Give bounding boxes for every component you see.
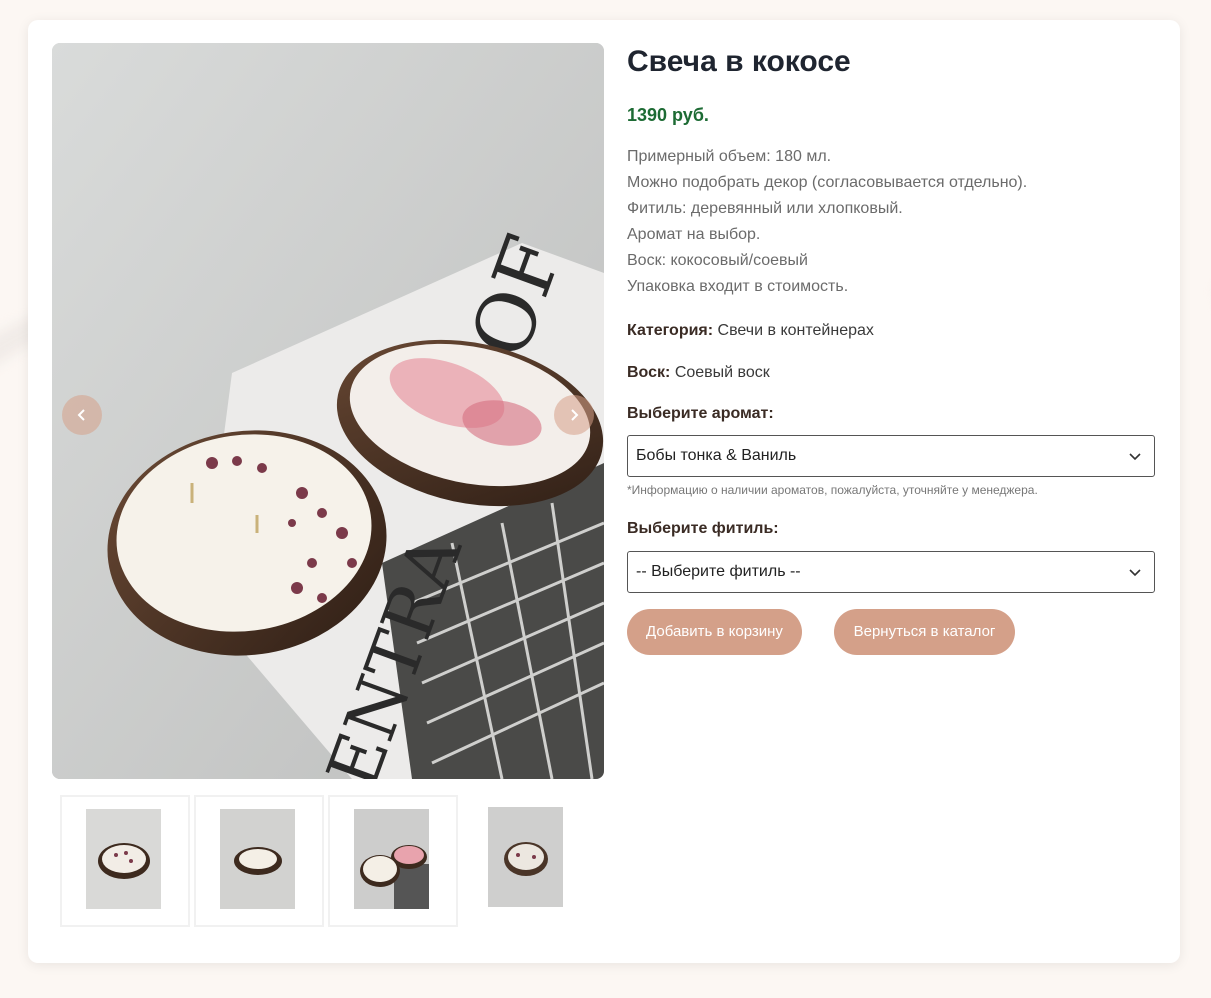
chevron-left-icon — [77, 409, 85, 421]
thumbnail-image — [354, 809, 429, 909]
product-description: Примерный объем: 180 мл. Можно подобрать… — [627, 144, 1157, 300]
wick-select[interactable]: -- Выберите фитиль -- — [627, 551, 1155, 593]
chevron-down-icon — [1129, 569, 1141, 577]
thumbnail-image — [86, 809, 161, 909]
aroma-label: Выберите аромат: — [627, 405, 774, 422]
category-row: Категория: Свечи в контейнерах — [627, 320, 1157, 342]
wick-label: Выберите фитиль: — [627, 520, 779, 537]
description-line: Фитиль: деревянный или хлопковый. — [627, 200, 903, 217]
description-line: Можно подобрать декор (согласовывается о… — [627, 174, 1028, 191]
chevron-down-icon — [1129, 453, 1141, 461]
back-to-catalog-button[interactable]: Вернуться в каталог — [834, 609, 1015, 655]
category-value: Свечи в контейнерах — [717, 322, 874, 339]
aroma-availability-note: *Информацию о наличии ароматов, пожалуйс… — [627, 483, 1038, 497]
product-info: Свеча в кокосе 1390 руб. Примерный объем… — [627, 44, 1157, 655]
aroma-select[interactable]: Бобы тонка & Ваниль — [627, 435, 1155, 477]
add-to-cart-button[interactable]: Добавить в корзину — [627, 609, 802, 655]
wick-selected-value: -- Выберите фитиль -- — [636, 563, 801, 580]
chevron-right-icon — [571, 409, 579, 421]
product-price: 1390 руб. — [627, 105, 709, 125]
wax-label: Воск: — [627, 364, 671, 381]
aroma-selected-value: Бобы тонка & Ваниль — [636, 447, 797, 464]
thumbnail-4[interactable] — [462, 795, 592, 927]
wax-value: Соевый воск — [674, 364, 770, 381]
product-card: OF ENTRA Свеча в кокосе 1390 руб. Пример… — [28, 20, 1180, 963]
wax-row: Воск: Соевый воск — [627, 362, 1157, 384]
gallery-next-button[interactable] — [554, 395, 594, 435]
product-main-image: OF ENTRA — [52, 43, 604, 779]
thumbnail-3[interactable] — [328, 795, 458, 927]
thumbnail-image — [220, 809, 295, 909]
description-line: Упаковка входит в стоимость. — [627, 278, 849, 295]
product-title: Свеча в кокосе — [627, 45, 851, 78]
category-label: Категория: — [627, 322, 714, 339]
coconut-candles-photo: OF ENTRA — [52, 43, 604, 779]
gallery-prev-button[interactable] — [62, 395, 102, 435]
description-line: Воск: кокосовый/соевый — [627, 252, 808, 269]
description-line: Аромат на выбор. — [627, 226, 761, 243]
thumbnail-2[interactable] — [194, 795, 324, 927]
thumbnail-image — [488, 807, 563, 907]
thumbnail-1[interactable] — [60, 795, 190, 927]
description-line: Примерный объем: 180 мл. — [627, 148, 832, 165]
